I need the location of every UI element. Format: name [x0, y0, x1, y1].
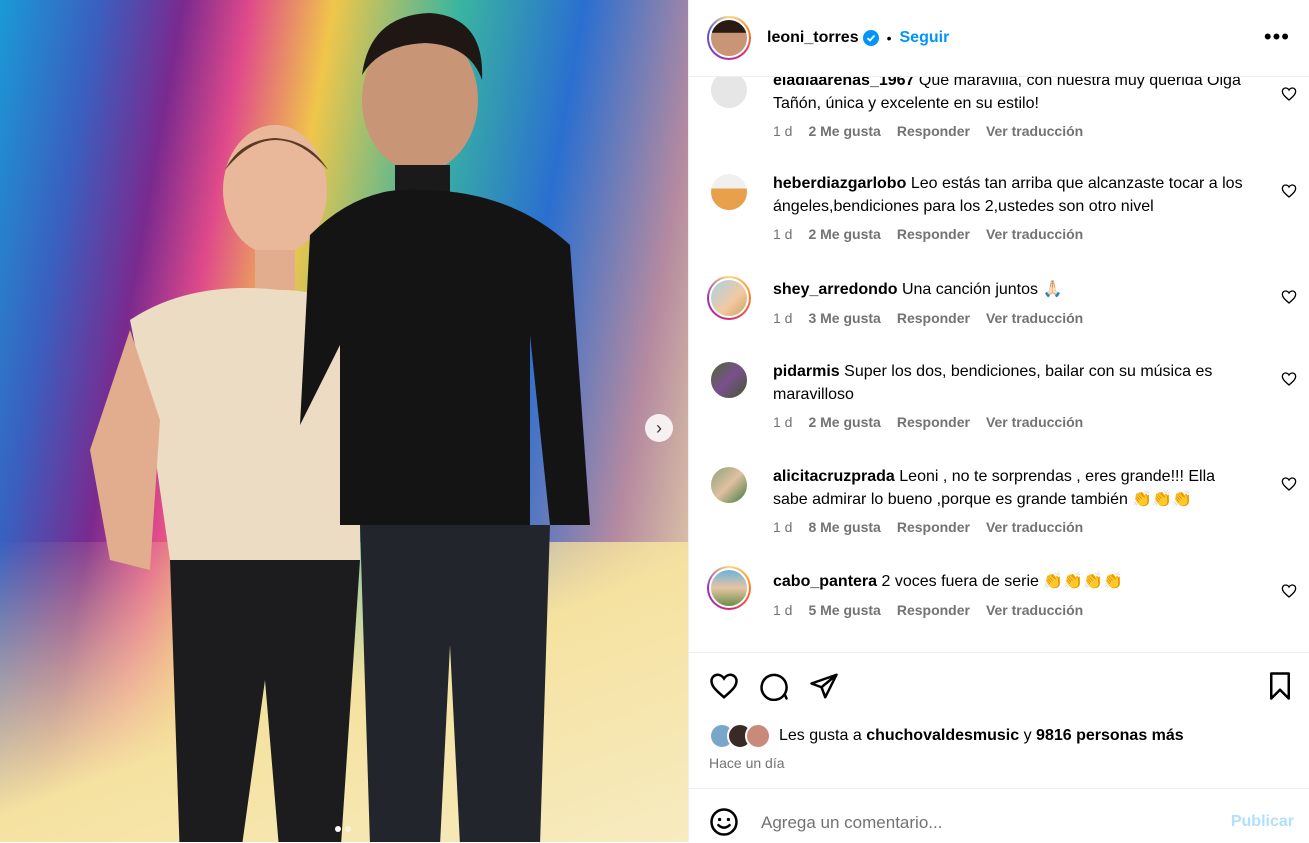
commenter-avatar[interactable] [709, 465, 749, 505]
carousel-dot [345, 826, 351, 832]
comment-likes[interactable]: 2 Me gusta [808, 414, 880, 430]
commenter-avatar[interactable] [709, 360, 749, 400]
comment-like-heart-icon[interactable] [1281, 476, 1297, 492]
save-bookmark-icon[interactable] [1265, 671, 1295, 701]
commenter-username[interactable]: cabo_pantera [773, 573, 877, 590]
comment-like-heart-icon[interactable] [1281, 371, 1297, 387]
comment-meta: 1 d 2 Me gusta Responder Ver traducción [773, 414, 1083, 430]
author-username[interactable]: leoni_torres [767, 29, 859, 47]
post-time[interactable]: Hace un día [709, 755, 785, 771]
likes-prefix: Les gusta a [779, 727, 862, 744]
comment-text-block: heberdiazgarlobo Leo estás tan arriba qu… [773, 172, 1253, 218]
commenter-username[interactable]: heberdiazgarlobo [773, 175, 906, 192]
more-options-icon[interactable]: ••• [1264, 24, 1290, 50]
comment-body: Una canción juntos 🙏🏻 [901, 281, 1063, 298]
see-translation-button[interactable]: Ver traducción [986, 226, 1083, 242]
carousel-dots [335, 826, 351, 832]
comment-text-block: alicitacruzprada Leoni , no te sorprenda… [773, 465, 1253, 511]
liked-by-username[interactable]: chuchovaldesmusic [866, 727, 1019, 745]
liker-avatars [709, 723, 771, 749]
liker-avatar [745, 723, 771, 749]
see-translation-button[interactable]: Ver traducción [986, 123, 1083, 139]
comment-composer: Publicar [689, 788, 1309, 843]
commenter-avatar[interactable] [709, 76, 749, 110]
comment-likes[interactable]: 2 Me gusta [808, 123, 880, 139]
see-translation-button[interactable]: Ver traducción [986, 519, 1083, 535]
reply-button[interactable]: Responder [897, 310, 970, 326]
commenter-username[interactable]: pidarmis [773, 363, 840, 380]
like-heart-icon[interactable] [709, 671, 739, 701]
comment-meta: 1 d 8 Me gusta Responder Ver traducción [773, 519, 1083, 535]
reply-button[interactable]: Responder [897, 226, 970, 242]
comment-meta: 1 d 3 Me gusta Responder Ver traducción [773, 310, 1083, 326]
comment-time: 1 d [773, 226, 793, 242]
comment-time: 1 d [773, 310, 793, 326]
comment-like-heart-icon[interactable] [1281, 289, 1297, 305]
comment-like-heart-icon[interactable] [1281, 183, 1297, 199]
reply-button[interactable]: Responder [897, 519, 970, 535]
comment-text-block: shey_arredondo Una canción juntos 🙏🏻 [773, 278, 1253, 301]
follow-button[interactable]: Seguir [900, 29, 950, 47]
likes-count[interactable]: 9816 personas más [1036, 727, 1184, 745]
comment-time: 1 d [773, 602, 793, 618]
verified-badge-icon [862, 30, 879, 46]
see-translation-button[interactable]: Ver traducción [986, 602, 1083, 618]
comment-text-block: cabo_pantera 2 voces fuera de serie 👏👏👏👏 [773, 570, 1253, 593]
post-actions: Les gusta a chuchovaldesmusic y 9816 per… [689, 652, 1309, 789]
commenter-avatar[interactable] [709, 172, 749, 212]
commenter-avatar[interactable] [707, 566, 751, 610]
commenter-username[interactable]: eladiaarenas_1967 [773, 76, 914, 89]
carousel-dot [335, 826, 341, 832]
post-side-panel: leoni_torres • Seguir ••• eladiaarenas_1… [688, 0, 1309, 842]
comment-meta: 1 d 2 Me gusta Responder Ver traducción [773, 226, 1083, 242]
comment-text-block: eladiaarenas_1967 Que maravilla, con nue… [773, 76, 1253, 115]
reply-button[interactable]: Responder [897, 123, 970, 139]
likes-mid: y [1023, 727, 1032, 744]
comment-like-heart-icon[interactable] [1281, 583, 1297, 599]
comment-likes[interactable]: 3 Me gusta [808, 310, 880, 326]
comment-body: 2 voces fuera de serie 👏👏👏👏 [881, 573, 1124, 590]
commenter-avatar[interactable] [707, 276, 751, 320]
emoji-icon[interactable] [709, 807, 739, 837]
share-paper-plane-icon[interactable] [809, 671, 839, 701]
comment-likes[interactable]: 8 Me gusta [808, 519, 880, 535]
likes-summary[interactable]: Les gusta a chuchovaldesmusic y 9816 per… [709, 723, 1184, 749]
comments-list[interactable]: eladiaarenas_1967 Que maravilla, con nue… [689, 76, 1309, 652]
comment-meta: 1 d 2 Me gusta Responder Ver traducción [773, 123, 1083, 139]
post-image[interactable]: › [0, 0, 688, 842]
comment-input[interactable] [759, 809, 1203, 837]
comment-likes[interactable]: 2 Me gusta [808, 226, 880, 242]
reply-button[interactable]: Responder [897, 602, 970, 618]
see-translation-button[interactable]: Ver traducción [986, 414, 1083, 430]
commenter-username[interactable]: alicitacruzprada [773, 468, 895, 485]
post-header: leoni_torres • Seguir ••• [689, 0, 1309, 77]
comment-meta: 1 d 5 Me gusta Responder Ver traducción [773, 602, 1083, 618]
comment-text-block: pidarmis Super los dos, bendiciones, bai… [773, 360, 1253, 406]
comment-likes[interactable]: 5 Me gusta [808, 602, 880, 618]
man-figure [300, 13, 590, 842]
reply-button[interactable]: Responder [897, 414, 970, 430]
author-avatar[interactable] [707, 16, 751, 60]
comment-like-heart-icon[interactable] [1281, 86, 1297, 102]
commenter-username[interactable]: shey_arredondo [773, 281, 897, 298]
carousel-next-button[interactable]: › [645, 414, 673, 442]
publish-button[interactable]: Publicar [1231, 813, 1294, 831]
chevron-right-icon: › [656, 417, 662, 438]
comment-time: 1 d [773, 519, 793, 535]
comment-time: 1 d [773, 123, 793, 139]
comment-bubble-icon[interactable] [759, 671, 789, 701]
see-translation-button[interactable]: Ver traducción [986, 310, 1083, 326]
comment-time: 1 d [773, 414, 793, 430]
header-separator: • [886, 30, 892, 46]
